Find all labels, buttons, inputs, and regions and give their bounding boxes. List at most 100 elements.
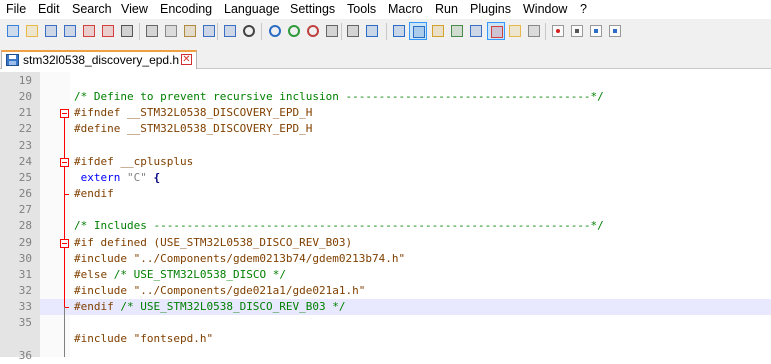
paste-icon[interactable]: [181, 22, 199, 40]
menu-macro[interactable]: Macro: [388, 2, 423, 16]
save-all-icon[interactable]: [61, 22, 79, 40]
tab-close-icon[interactable]: ✕: [181, 54, 192, 65]
stop-recording-icon[interactable]: [568, 22, 586, 40]
menu-view[interactable]: View: [121, 2, 148, 16]
tab-stm32l0538-discovery-epd[interactable]: stm32l0538_discovery_epd.h ✕: [1, 50, 197, 69]
code-line[interactable]: 23: [0, 138, 771, 154]
word-wrap-icon[interactable]: [363, 22, 381, 40]
menu-encoding[interactable]: Encoding: [160, 2, 212, 16]
code-token: #ifdef __cplusplus: [74, 155, 194, 168]
code-line[interactable]: 35: [0, 315, 771, 331]
user-language-icon[interactable]: [429, 22, 447, 40]
code-line[interactable]: 20 /* Define to prevent recursive inclusi…: [0, 89, 771, 105]
toolbar-separator: [341, 23, 342, 40]
cut-icon[interactable]: [143, 22, 161, 40]
menu-tools[interactable]: Tools: [347, 2, 376, 16]
code-token: #endif: [74, 187, 114, 200]
copy-icon[interactable]: [162, 22, 180, 40]
line-number: 27: [18, 203, 32, 216]
code-line[interactable]: 19: [0, 73, 771, 89]
line-number: 29: [18, 236, 32, 249]
save-icon[interactable]: [42, 22, 60, 40]
folder-as-workspace-icon[interactable]: [487, 22, 505, 40]
menu-file[interactable]: File: [6, 2, 26, 16]
line-number: 24: [18, 155, 32, 168]
redo-icon[interactable]: [221, 22, 239, 40]
fold-guide: [64, 167, 65, 194]
code-text: #define __STM32L0538_DISCOVERY_EPD_H: [74, 121, 312, 137]
monitoring-icon[interactable]: [525, 22, 543, 40]
print-icon[interactable]: [118, 22, 136, 40]
undo-icon[interactable]: [200, 22, 218, 40]
code-line[interactable]: 29 #if defined (USE_STM32L0538_DISCO_REV_…: [0, 235, 771, 251]
fold-end-marker: [64, 194, 69, 195]
find-icon[interactable]: [240, 22, 258, 40]
sync-vertical-icon[interactable]: [323, 22, 341, 40]
code-text: #endif /* USE_STM32L0538_DISCO_REV_B03 *…: [74, 299, 346, 315]
menu-plugins[interactable]: Plugins: [470, 2, 511, 16]
menu-search[interactable]: Search: [72, 2, 112, 16]
zoom-out-icon[interactable]: [304, 22, 322, 40]
line-number: 32: [18, 284, 32, 297]
code-line[interactable]: 28 /* Includes --------------------------…: [0, 218, 771, 234]
code-token: /* USE_STM32L0538_DISCO_REV_B03 */: [120, 300, 346, 313]
fold-toggle-icon[interactable]: [60, 109, 69, 118]
run-macro-multiple-icon[interactable]: [606, 22, 624, 40]
file-modified-icon: [6, 54, 19, 66]
code-line[interactable]: 31 #else /* USE_STM32L0538_DISCO */: [0, 267, 771, 283]
close-all-icon[interactable]: [99, 22, 117, 40]
sync-horizontal-icon[interactable]: [344, 22, 362, 40]
fold-guide: [64, 307, 65, 357]
code-line[interactable]: 22 #define __STM32L0538_DISCOVERY_EPD_H: [0, 121, 771, 137]
new-file-icon[interactable]: [4, 22, 22, 40]
record-macro-icon[interactable]: [549, 22, 567, 40]
code-line[interactable]: #include "fontsepd.h": [0, 331, 771, 347]
menu-window[interactable]: Window: [523, 2, 567, 16]
code-line[interactable]: 30 #include "../Components/gdem0213b74/gd…: [0, 251, 771, 267]
close-icon[interactable]: [80, 22, 98, 40]
fold-toggle-icon[interactable]: [60, 158, 69, 167]
document-map-icon[interactable]: [448, 22, 466, 40]
code-line[interactable]: 26 #endif: [0, 186, 771, 202]
code-line[interactable]: 25 extern "C" {: [0, 170, 771, 186]
code-token: #ifndef __STM32L0538_DISCOVERY_EPD_H: [74, 106, 313, 119]
toolbar-separator: [139, 23, 140, 40]
code-line[interactable]: 33 #endif /* USE_STM32L0538_DISCO_REV_B03…: [0, 299, 771, 315]
code-text: extern "C" {: [74, 170, 161, 186]
show-all-characters-icon[interactable]: [390, 22, 408, 40]
code-token: /* Includes ----------------------------…: [74, 219, 604, 232]
code-token: "C": [126, 171, 147, 184]
line-number: 36: [18, 349, 32, 362]
doc-list-icon[interactable]: [506, 22, 524, 40]
playback-macro-icon[interactable]: [587, 22, 605, 40]
code-text: #include "fontsepd.h": [74, 331, 213, 347]
menu-run[interactable]: Run: [435, 2, 458, 16]
line-number: 30: [18, 252, 32, 265]
code-text: #if defined (USE_STM32L0538_DISCO_REV_B0…: [74, 235, 352, 251]
replace-icon[interactable]: [266, 22, 284, 40]
code-line[interactable]: 21 #ifndef __STM32L0538_DISCOVERY_EPD_H: [0, 105, 771, 121]
code-token: /* Define to prevent recursive inclusion…: [74, 90, 604, 103]
menu-bar: File Edit Search View Encoding Language Settin…: [0, 0, 771, 19]
line-number: 21: [18, 106, 32, 119]
line-number: 22: [18, 122, 32, 135]
code-line[interactable]: 27: [0, 202, 771, 218]
open-file-icon[interactable]: [23, 22, 41, 40]
zoom-in-icon[interactable]: [285, 22, 303, 40]
code-line[interactable]: 24 #ifdef __cplusplus: [0, 154, 771, 170]
menu-settings[interactable]: Settings: [290, 2, 335, 16]
menu-language[interactable]: Language: [224, 2, 280, 16]
function-list-icon[interactable]: [467, 22, 485, 40]
code-line[interactable]: 36: [0, 348, 771, 364]
toolbar: [0, 19, 771, 45]
code-token: #include "../Components/gde021a1/gde021a…: [74, 284, 366, 297]
menu-help[interactable]: ?: [580, 2, 587, 16]
code-text: #include "../Components/gdem0213b74/gdem…: [74, 251, 405, 267]
toolbar-separator: [386, 23, 387, 40]
menu-edit[interactable]: Edit: [38, 2, 60, 16]
code-editor[interactable]: 19 20 /* Define to prevent recursive inclu…: [0, 72, 771, 362]
code-line[interactable]: 32 #include "../Components/gde021a1/gde02…: [0, 283, 771, 299]
indent-guide-icon[interactable]: [409, 22, 427, 40]
fold-toggle-icon[interactable]: [60, 239, 69, 248]
code-token: #if defined (USE_STM32L0538_DISCO_REV_B0…: [74, 236, 353, 249]
